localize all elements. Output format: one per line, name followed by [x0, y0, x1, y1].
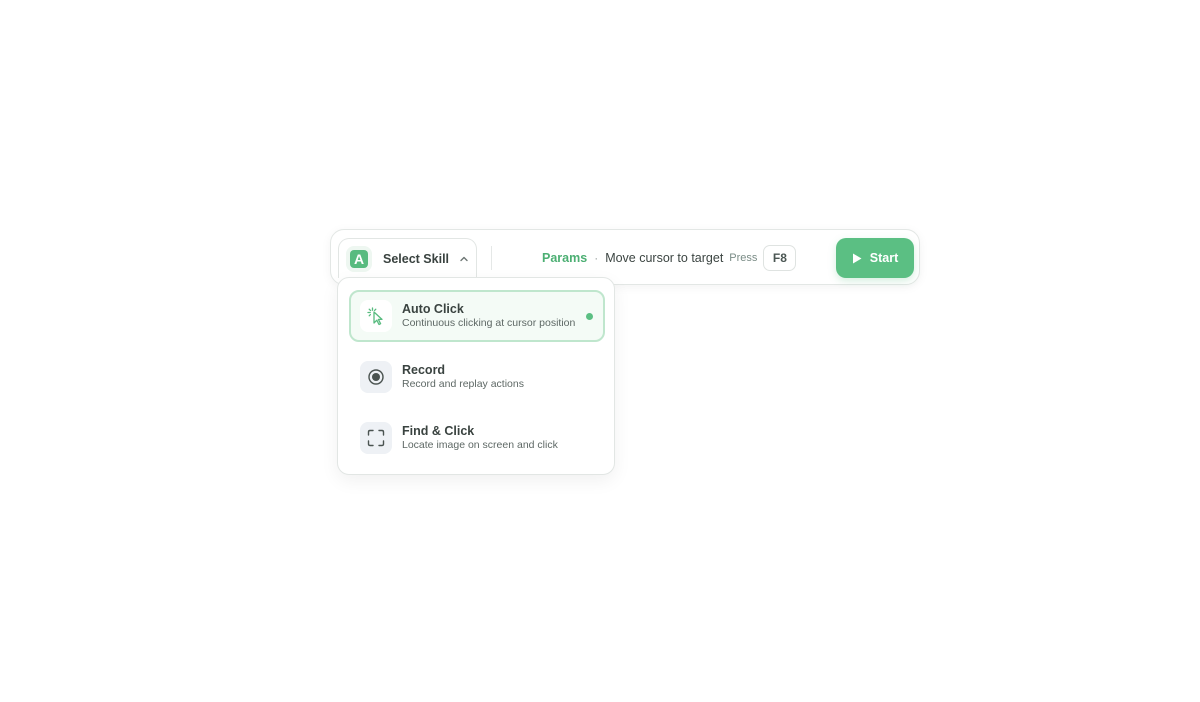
- play-icon: [852, 253, 862, 264]
- app-logo-icon: A: [350, 249, 368, 268]
- skill-option-title: Auto Click: [402, 302, 464, 316]
- start-button[interactable]: Start: [836, 238, 914, 278]
- skill-option-text: Auto Click Continuous clicking at cursor…: [402, 302, 575, 330]
- skill-option-description: Locate image on screen and click: [402, 439, 558, 451]
- skill-select-label: Select Skill: [383, 251, 450, 266]
- press-label: Press: [729, 252, 758, 264]
- record-icon: [360, 361, 392, 393]
- selected-indicator: [586, 312, 593, 320]
- skill-option-title: Record: [402, 363, 446, 377]
- start-button-label: Start: [869, 251, 899, 265]
- params-separator: ·: [594, 251, 599, 265]
- params-label[interactable]: Params: [542, 251, 587, 265]
- skill-option-record[interactable]: Record Record and replay actions: [349, 351, 605, 403]
- hotkey-badge[interactable]: F8: [763, 245, 797, 271]
- chevron-up-icon: [459, 254, 469, 264]
- scan-frame-icon: [360, 422, 392, 454]
- params-hint: Move cursor to target: [605, 251, 724, 265]
- skill-select-dropdown[interactable]: A Select Skill: [338, 238, 477, 278]
- skill-option-find-click[interactable]: Find & Click Locate image on screen and …: [349, 412, 605, 464]
- skill-option-description: Continuous clicking at cursor position: [402, 317, 576, 329]
- skill-dropdown-menu: Auto Click Continuous clicking at cursor…: [337, 277, 615, 475]
- skill-option-description: Record and replay actions: [402, 378, 524, 390]
- skill-option-auto-click[interactable]: Auto Click Continuous clicking at cursor…: [349, 290, 605, 342]
- skill-option-text: Record Record and replay actions: [402, 363, 524, 391]
- app-logo-letter: A: [353, 250, 365, 267]
- skill-option-title: Find & Click: [402, 424, 475, 438]
- cursor-click-icon: [360, 300, 392, 332]
- skill-option-text: Find & Click Locate image on screen and …: [402, 424, 558, 452]
- toolbar-divider: [491, 246, 492, 270]
